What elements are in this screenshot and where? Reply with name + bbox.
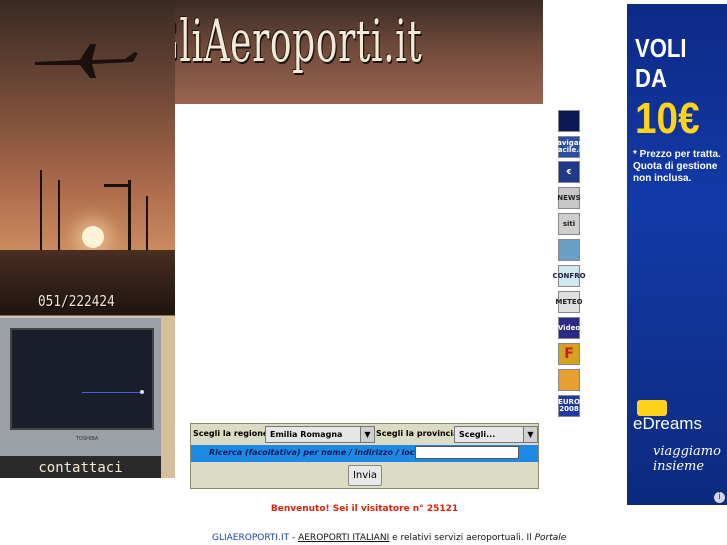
site-logo[interactable]: GliAeroporti.it [150, 6, 422, 76]
f-logo-icon[interactable]: F [558, 343, 580, 365]
ad-brand: eDreams [633, 414, 702, 433]
ad-note: * Prezzo per tratta. Quota di gestione n… [633, 149, 721, 184]
calendar-icon[interactable] [558, 369, 580, 391]
lamp-post [40, 170, 42, 260]
ad-banner[interactable]: VOLI DA 10€ * Prezzo per tratta. Quota d… [627, 4, 727, 505]
airport-search-form: Scegli la regione Emilia Romagna ▼ Scegl… [190, 423, 539, 489]
region-label: Scegli la regione [193, 429, 269, 438]
site-link[interactable]: GLIAEROPORTI.IT [212, 533, 289, 543]
tv-screen-line [82, 392, 142, 393]
province-select[interactable]: Scegli... ▼ [454, 426, 538, 443]
siti-icon[interactable]: siti [558, 213, 580, 235]
footer-description: e relativi servizi aeroportuali. Il [389, 533, 535, 543]
confronto-icon[interactable]: CONFRO [552, 265, 586, 287]
welcome-message: Benvenuto! Sei il visitatore n° 25121 [270, 504, 459, 514]
ad-price: 10€ [635, 94, 700, 143]
phone-number: 051/222424 [38, 292, 115, 310]
contact-link[interactable]: contattaci [0, 456, 161, 478]
ad-headline-2: DA [635, 63, 667, 93]
lamp-post [104, 184, 130, 187]
select-row: Scegli la regione Emilia Romagna ▼ Scegl… [191, 424, 540, 445]
submit-button[interactable]: Invia [348, 465, 382, 486]
search-label: Ricerca (facoltativa) per nome / indiriz… [209, 448, 435, 457]
chevron-down-icon: ▼ [523, 427, 537, 442]
navigare-facile-icon[interactable]: Navigare Facile.it [551, 136, 587, 158]
ad-tagline: viaggiamo insieme [653, 444, 721, 474]
airplane-icon[interactable] [558, 110, 580, 132]
search-input[interactable] [415, 446, 519, 459]
ad-headline: VOLI [635, 33, 687, 63]
tv-brand: TOSHIBA [76, 436, 99, 442]
lamp-post [128, 180, 131, 260]
left-photo-panel: 051/222424 TOSHIBA contattaci [0, 0, 175, 478]
euro-icon[interactable]: € [558, 161, 580, 183]
euro-2008-icon[interactable]: EURO 2008 [558, 395, 580, 417]
search-row: Ricerca (facoltativa) per nome / indiriz… [191, 445, 538, 462]
lamp-post [58, 180, 60, 260]
footer-tail: Portale [534, 533, 567, 543]
tv-screen-dot [140, 390, 144, 394]
airports-link[interactable]: AEROPORTI ITALIANI [298, 533, 389, 543]
tv-graphic: TOSHIBA contattaci [0, 316, 161, 478]
region-select[interactable]: Emilia Romagna ▼ [265, 426, 375, 443]
news-icon[interactable]: NEWS [557, 187, 581, 209]
globe-icon[interactable] [558, 239, 580, 261]
province-label: Scegli la provincia [376, 429, 459, 438]
airplane-silhouette-icon [35, 44, 138, 78]
footer-text: GLIAEROPORTI.IT - AEROPORTI ITALIANI e r… [212, 533, 566, 543]
chevron-down-icon: ▼ [360, 427, 374, 442]
meteo-icon[interactable]: METEO [555, 291, 583, 313]
tv-screen [10, 328, 154, 430]
video-icon[interactable]: Video [558, 317, 580, 339]
sun [82, 226, 104, 248]
footer-separator: - [289, 533, 299, 543]
tv-side [161, 316, 175, 478]
info-icon[interactable]: i [714, 492, 725, 503]
